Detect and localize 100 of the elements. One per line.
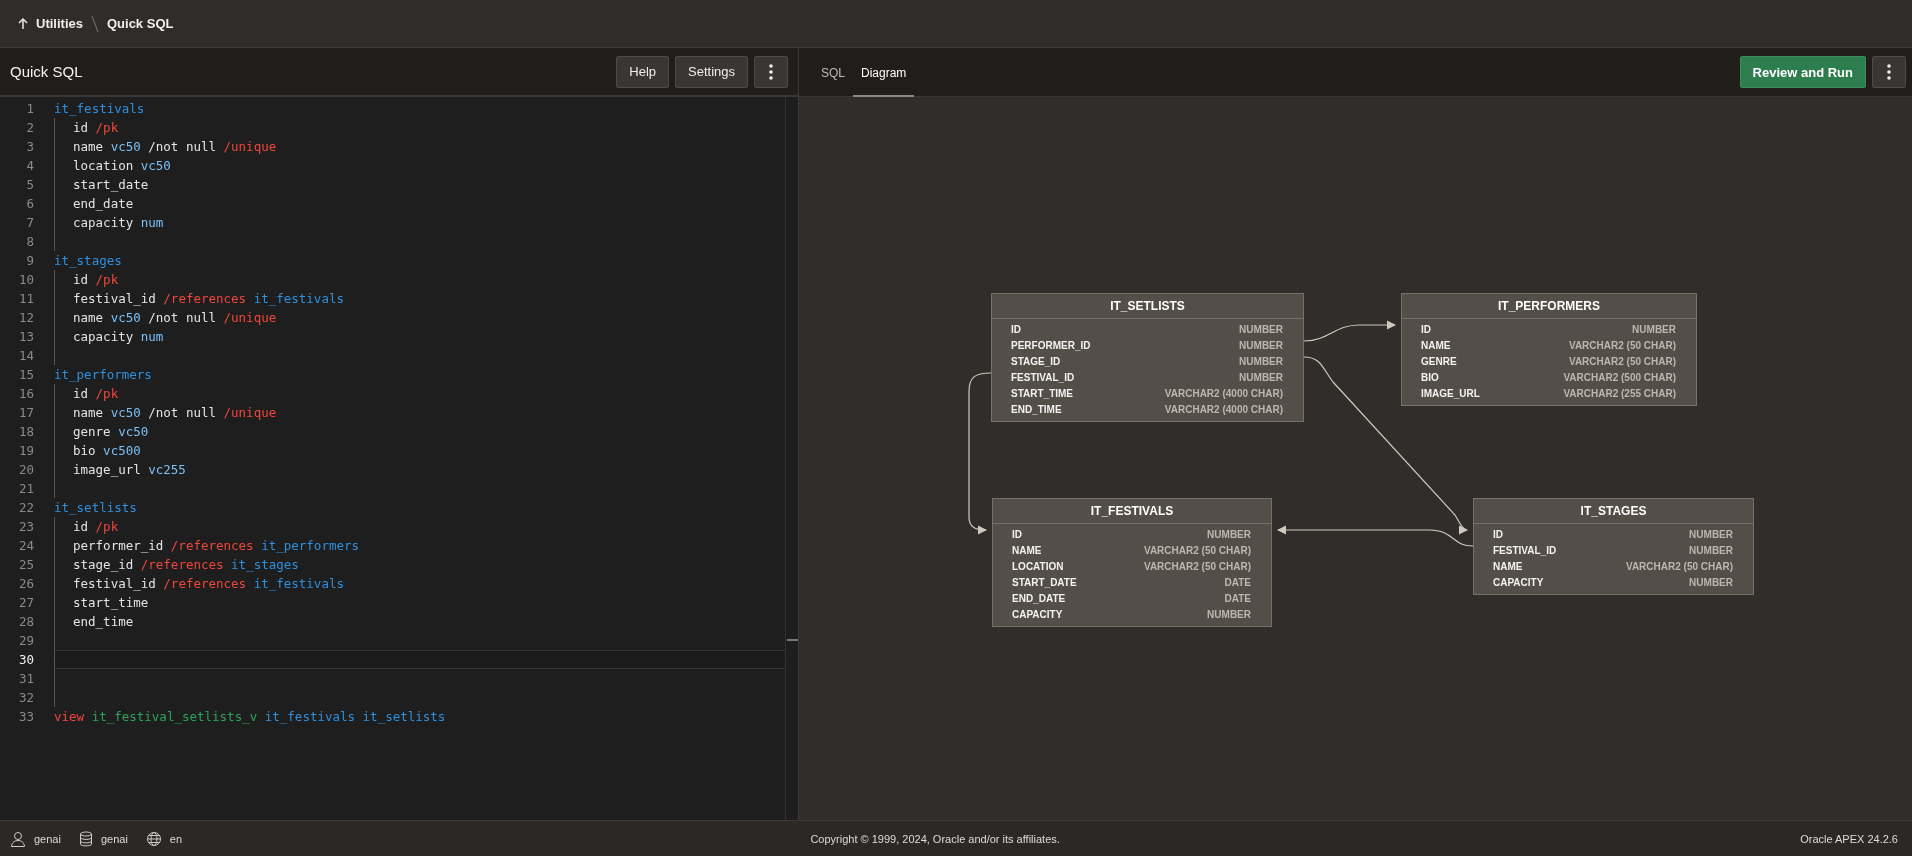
- column-name: CAPACITY: [1493, 576, 1544, 588]
- line-number: 24: [17, 538, 35, 553]
- code-line: name vc50 /not null /unique: [73, 310, 277, 325]
- code-line: it_festivals: [54, 101, 145, 116]
- line-number: 20: [17, 462, 35, 477]
- line-number: 12: [17, 310, 35, 325]
- column-name: FESTIVAL_ID: [1011, 371, 1075, 383]
- line-number: 6: [25, 196, 35, 211]
- code-line: capacity num: [73, 329, 164, 344]
- language: en: [169, 832, 183, 845]
- entity-table[interactable]: IT_FESTIVALS ID NUMBER NAME VARCHAR2 (50 CHAR) LOCATION VARCHAR2 (50 CHAR) START_DATE DATE END_DATE DATE CAPACITY NUMBER: [992, 498, 1272, 627]
- up-arrow-icon[interactable]: [18, 17, 28, 30]
- column-name: NAME: [1012, 544, 1042, 556]
- entity-table[interactable]: IT_STAGES ID NUMBER FESTIVAL_ID NUMBER NAME VARCHAR2 (50 CHAR) CAPACITY NUMBER: [1473, 498, 1754, 595]
- column-type: NUMBER: [1632, 323, 1676, 335]
- line-number: 15: [17, 367, 35, 382]
- code-line: festival_id /references it_festivals: [73, 291, 344, 306]
- line-number: 25: [17, 557, 35, 572]
- code-line: start_date: [73, 177, 149, 192]
- more-button[interactable]: [754, 55, 788, 88]
- line-number: 23: [17, 519, 35, 534]
- column-type: NUMBER: [1207, 608, 1251, 620]
- line-number: 16: [17, 386, 35, 401]
- column-name: CAPACITY: [1012, 608, 1063, 620]
- copyright-text: Copyright © 1999, 2024, Oracle and/or its affiliates.: [810, 832, 1060, 845]
- line-number: 28: [17, 614, 35, 629]
- column-type: NUMBER: [1689, 528, 1733, 540]
- panel-title: Quick SQL: [10, 63, 84, 80]
- table-name: IT_SETLISTS: [1110, 299, 1185, 313]
- column-name: FESTIVAL_ID: [1493, 544, 1557, 556]
- line-number: 33: [17, 709, 35, 724]
- line-number: 22: [17, 500, 35, 515]
- entity-table[interactable]: IT_PERFORMERS ID NUMBER NAME VARCHAR2 (50 CHAR) GENRE VARCHAR2 (50 CHAR) BIO VARCHAR2 (500 CHAR) IMAGE_URL VARCHAR2 (255 CHAR): [1401, 293, 1697, 406]
- code-line: id /pk: [73, 519, 119, 534]
- more-button[interactable]: [1872, 56, 1906, 88]
- separator-icon: [90, 14, 99, 33]
- code-line: name vc50 /not null /unique: [73, 405, 277, 420]
- table-name: IT_PERFORMERS: [1498, 299, 1600, 313]
- line-number: 13: [17, 329, 35, 344]
- column-name: NAME: [1493, 560, 1523, 572]
- code-line: end_time: [73, 614, 134, 629]
- tab[interactable]: SQL: [813, 47, 853, 97]
- line-number: 19: [17, 443, 35, 458]
- column-type: NUMBER: [1239, 371, 1283, 383]
- line-number: 8: [25, 234, 35, 249]
- line-number: 17: [17, 405, 35, 420]
- code-line: genre vc50: [73, 424, 149, 439]
- column-type: NUMBER: [1239, 339, 1283, 351]
- column-type: VARCHAR2 (50 CHAR): [1568, 355, 1676, 367]
- code-line: view it_festival_setlists_v it_festivals it_setlists: [54, 709, 446, 724]
- line-number: 27: [17, 595, 35, 610]
- code-line: id /pk: [73, 386, 119, 401]
- more-icon: [769, 63, 773, 80]
- column-type: NUMBER: [1239, 355, 1283, 367]
- line-number: 21: [17, 481, 35, 496]
- code-line: performer_id /references it_performers: [73, 538, 359, 553]
- code-line: end_date: [73, 196, 134, 211]
- line-number: 5: [25, 177, 35, 192]
- column-type: NUMBER: [1207, 528, 1251, 540]
- user-name: genai: [34, 832, 61, 845]
- column-type: NUMBER: [1239, 323, 1283, 335]
- line-number: 2: [25, 120, 35, 135]
- code-line: bio vc500: [73, 443, 141, 458]
- toolbar-button[interactable]: Settings: [675, 55, 748, 88]
- code-line: it_setlists: [54, 500, 137, 515]
- line-number: 18: [17, 424, 35, 439]
- entity-table[interactable]: IT_SETLISTS ID NUMBER PERFORMER_ID NUMBER STAGE_ID NUMBER FESTIVAL_ID NUMBER START_TIME VARCHAR2 (4000 CHAR) END_TIME VARCHAR2 (4000 CHAR): [991, 293, 1304, 422]
- column-type: NUMBER: [1689, 576, 1733, 588]
- review-and-run-button[interactable]: Review and Run: [1739, 56, 1866, 88]
- breadcrumb-link[interactable]: Utilities: [36, 16, 83, 31]
- code-line: id /pk: [73, 120, 119, 135]
- column-name: START_TIME: [1011, 387, 1074, 399]
- column-name: BIO: [1421, 371, 1439, 383]
- column-name: NAME: [1421, 339, 1451, 351]
- code-line: location vc50: [73, 158, 171, 173]
- column-type: VARCHAR2 (4000 CHAR): [1164, 387, 1283, 399]
- column-type: DATE: [1224, 576, 1251, 588]
- scroll-marker: [787, 639, 798, 641]
- line-number: 1: [25, 101, 35, 116]
- column-name: ID: [1493, 528, 1503, 540]
- version-text: Oracle APEX 24.2.6: [1800, 832, 1898, 845]
- column-type: VARCHAR2 (500 CHAR): [1563, 371, 1676, 383]
- line-number: 3: [25, 139, 35, 154]
- breadcrumb-link[interactable]: Quick SQL: [106, 16, 174, 31]
- line-number: 30: [17, 652, 35, 667]
- code-line: id /pk: [73, 272, 119, 287]
- column-type: VARCHAR2 (50 CHAR): [1568, 339, 1676, 351]
- table-name: IT_STAGES: [1580, 504, 1647, 518]
- toolbar-button[interactable]: Help: [616, 55, 669, 88]
- line-number: 14: [17, 348, 35, 363]
- column-name: STAGE_ID: [1011, 355, 1061, 367]
- code-line: it_stages: [54, 253, 122, 268]
- column-type: NUMBER: [1689, 544, 1733, 556]
- code-line: it_performers: [54, 367, 152, 382]
- column-name: END_DATE: [1012, 592, 1066, 604]
- column-name: ID: [1012, 528, 1022, 540]
- column-type: VARCHAR2 (50 CHAR): [1143, 560, 1251, 572]
- column-name: ID: [1011, 323, 1021, 335]
- column-name: LOCATION: [1012, 560, 1064, 572]
- line-number: 4: [25, 158, 35, 173]
